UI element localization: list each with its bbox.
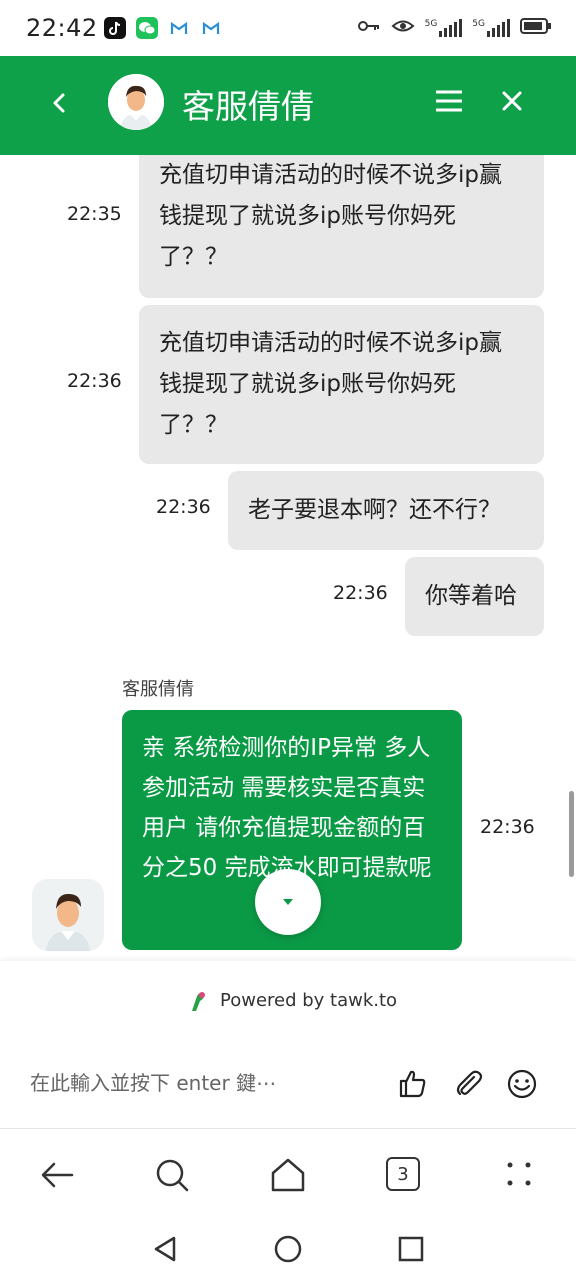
- circle-home-icon: [274, 1235, 302, 1263]
- square-recents-icon: [398, 1236, 424, 1262]
- signal-5g-icon: 5G: [472, 19, 510, 37]
- message-text: 老子要退本啊？还不行？: [248, 497, 501, 523]
- chevron-left-icon: [53, 93, 65, 113]
- status-time: 22:42: [26, 14, 98, 42]
- nav-recents-button[interactable]: [396, 1234, 426, 1264]
- key-icon: [357, 17, 381, 39]
- signal-5g-icon: 5G: [425, 19, 463, 37]
- scrollbar[interactable]: [569, 791, 574, 877]
- message-input[interactable]: 在此輸入並按下 enter 鍵⋯: [30, 1067, 276, 1096]
- agent-name: 客服倩倩: [122, 679, 194, 700]
- caret-down-icon: [283, 899, 293, 905]
- grid-dots-icon: [507, 1162, 531, 1186]
- message-time: 22:35: [67, 203, 122, 225]
- browser-home-button[interactable]: [268, 1155, 308, 1195]
- visitor-message: 充值切申请活动的时候不说多ip赢钱提现了就说多ip账号你妈死了？？: [139, 305, 544, 464]
- eye-icon: [391, 17, 415, 39]
- message-time: 22:36: [480, 816, 535, 838]
- message-time: 22:36: [333, 582, 388, 604]
- powered-by[interactable]: Powered by tawk.to: [186, 987, 397, 1013]
- browser-back-button[interactable]: [38, 1155, 78, 1195]
- agent-avatar: [108, 74, 164, 130]
- visitor-message: 你等着哈: [405, 557, 544, 636]
- browser-tabs-button[interactable]: 3: [386, 1157, 420, 1191]
- message-time: 22:36: [67, 370, 122, 392]
- attach-button[interactable]: [452, 1067, 486, 1101]
- agent-avatar: [32, 879, 104, 951]
- status-bar: 22:42 5G 5G: [0, 0, 576, 56]
- chat-title: 客服倩倩: [182, 87, 314, 126]
- tiktok-icon: [103, 17, 126, 39]
- paperclip-icon: [456, 1070, 483, 1096]
- chat-footer: Powered by tawk.to 在此輸入並按下 enter 鍵⋯: [0, 961, 576, 1128]
- search-icon: [156, 1159, 189, 1192]
- nav-back-button[interactable]: [150, 1234, 180, 1264]
- visitor-message: 老子要退本啊？还不行？: [228, 471, 544, 550]
- system-icons: 5G 5G: [357, 17, 552, 39]
- gmail-icon: [168, 17, 190, 39]
- visitor-message: 充值切申请活动的时候不说多ip赢钱提现了就说多ip账号你妈死了？？: [139, 155, 544, 298]
- smiley-icon: [507, 1069, 537, 1099]
- thumbs-up-button[interactable]: [396, 1067, 430, 1101]
- battery-icon: [520, 17, 552, 39]
- thumbs-up-icon: [399, 1070, 426, 1098]
- close-icon: [502, 91, 522, 111]
- powered-by-text: Powered by tawk.to: [220, 989, 398, 1011]
- back-button[interactable]: [44, 88, 74, 118]
- message-text: 你等着哈: [425, 583, 517, 609]
- home-icon: [271, 1158, 305, 1192]
- triangle-back-icon: [154, 1236, 176, 1262]
- notification-icons: [103, 17, 222, 39]
- message-time: 22:36: [156, 496, 211, 518]
- nav-home-button[interactable]: [273, 1234, 303, 1264]
- gmail-icon: [200, 17, 222, 39]
- arrow-left-icon: [41, 1162, 74, 1188]
- emoji-button[interactable]: [505, 1067, 539, 1101]
- system-nav-bar: [0, 1218, 576, 1280]
- close-button[interactable]: [497, 86, 527, 116]
- message-text: 充值切申请活动的时候不说多ip赢钱提现了就说多ip账号你妈死了？？: [159, 330, 502, 438]
- browser-menu-button[interactable]: [500, 1155, 540, 1195]
- scroll-down-button[interactable]: [255, 869, 321, 935]
- menu-button[interactable]: [434, 86, 464, 116]
- tawk-logo-icon: [192, 992, 205, 1011]
- chat-header: 客服倩倩: [0, 56, 576, 155]
- hamburger-icon: [436, 90, 462, 112]
- browser-toolbar: 3: [0, 1128, 576, 1218]
- message-text: 充值切申请活动的时候不说多ip赢钱提现了就说多ip账号你妈死了？？: [159, 162, 502, 270]
- browser-search-button[interactable]: [152, 1155, 192, 1195]
- message-text: 亲 系统检测你的IP异常 多人参加活动 需要核实是否真实用户 请你充值提现金额的…: [142, 735, 432, 881]
- chat-messages[interactable]: 22:35 充值切申请活动的时候不说多ip赢钱提现了就说多ip账号你妈死了？？ …: [0, 155, 576, 961]
- wechat-icon: [135, 17, 158, 39]
